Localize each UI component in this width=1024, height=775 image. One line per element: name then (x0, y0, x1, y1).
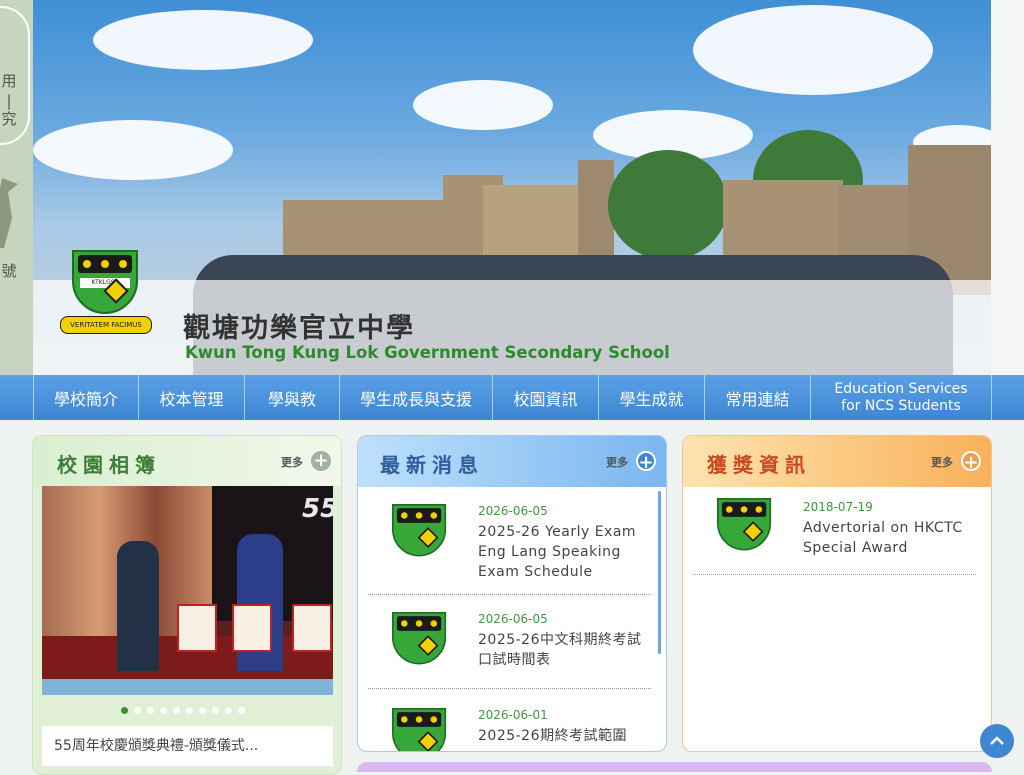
awards-header: 獲獎資訊 更多 + (683, 436, 991, 487)
nav-item-achievements[interactable]: 學生成就 (599, 375, 705, 420)
side-tab-char: 號 (1, 262, 17, 280)
news-date: 2026-06-05 (478, 612, 548, 626)
carousel-dot[interactable] (186, 707, 193, 714)
nav-item-ncs-services[interactable]: Education Services for NCS Students (811, 375, 992, 420)
photo-anniversary-number: 55 (302, 494, 333, 524)
school-name-english: Kwun Tong Kung Lok Government Secondary … (185, 343, 670, 362)
album-header: 校園相簿 更多 + (33, 436, 341, 487)
album-caption[interactable]: 55周年校慶頒獎典禮-頒獎儀式... (42, 726, 333, 766)
news-item-title[interactable]: 2025-26中文科期終考試口試時間表 (478, 630, 648, 670)
news-scrollbar[interactable] (658, 491, 661, 654)
news-date: 2026-06-01 (478, 708, 548, 722)
news-item[interactable]: 2026-06-05 2025-26中文科期終考試口試時間表 (368, 606, 651, 689)
news-item-title[interactable]: 2025-26 Yearly Exam Eng Lang Speaking Ex… (478, 522, 648, 582)
photo-caption-bar (42, 679, 333, 695)
school-name-chinese: 觀塘功樂官立中學 (183, 313, 415, 344)
chevron-up-icon (990, 736, 1004, 745)
hero-banner (33, 0, 991, 375)
carousel-dot[interactable] (238, 707, 245, 714)
school-logo[interactable]: KTKLGSS VERITATEM FACIMUS (58, 250, 152, 334)
nav-item-learning[interactable]: 學與教 (245, 375, 340, 420)
news-item[interactable]: 2026-06-01 2025-26期終考試範圍 (368, 702, 651, 751)
carousel-dot[interactable] (134, 707, 141, 714)
carousel-dot[interactable] (121, 707, 128, 714)
awards-title: 獲獎資訊 (707, 453, 811, 477)
news-panel: 最新消息 更多 + 2026-06-05 2025-26 Yearly Exam… (357, 435, 667, 752)
school-crest-icon (392, 612, 447, 665)
carousel-dot[interactable] (212, 707, 219, 714)
photo-album-panel: 校園相簿 更多 + 55 55周年校慶頒獎典禮-頒獎儀式... (32, 435, 342, 775)
carousel-dots[interactable] (121, 707, 245, 714)
awards-more-link[interactable]: 更多 (931, 454, 953, 470)
award-date: 2018-07-19 (803, 500, 873, 514)
nav-item-management[interactable]: 校本管理 (139, 375, 245, 420)
side-tab-char: 究 (1, 110, 17, 128)
album-more-link[interactable]: 更多 (281, 454, 303, 470)
school-crest-icon (392, 504, 447, 557)
back-to-top-button[interactable] (980, 724, 1014, 758)
album-plus-icon[interactable]: + (311, 451, 331, 471)
next-panel-edge (357, 762, 992, 772)
school-crest-icon (717, 498, 772, 551)
main-nav: 學校簡介 校本管理 學與教 學生成長與支援 校園資訊 學生成就 常用連結 Edu… (0, 375, 1024, 420)
news-date: 2026-06-05 (478, 504, 548, 518)
news-item[interactable]: 2026-06-05 2025-26 Yearly Exam Eng Lang … (368, 498, 651, 595)
news-item-title[interactable]: 2025-26期終考試範圍 (478, 726, 648, 746)
award-item[interactable]: 2018-07-19 Advertorial on HKCTC Special … (693, 498, 976, 575)
carousel-dot[interactable] (147, 707, 154, 714)
side-tab-char: 用 (1, 72, 17, 90)
awards-plus-icon[interactable]: + (961, 451, 981, 473)
logo-motto: VERITATEM FACIMUS (60, 316, 152, 334)
carousel-dot[interactable] (160, 707, 167, 714)
side-tab-char: | (6, 92, 12, 110)
awards-panel: 獲獎資訊 更多 + 2018-07-19 Advertorial on HKCT… (682, 435, 992, 752)
ncs-line2: for NCS Students (841, 397, 961, 414)
right-margin (991, 0, 1024, 375)
person-figure (117, 541, 159, 671)
album-title: 校園相簿 (57, 453, 161, 477)
news-more-link[interactable]: 更多 (606, 454, 628, 470)
side-floating-tab[interactable]: 用 | 究 號 (0, 0, 33, 375)
album-photo[interactable]: 55 (42, 486, 333, 679)
figure-icon (0, 178, 18, 248)
news-title: 最新消息 (380, 453, 484, 477)
nav-item-about[interactable]: 學校簡介 (33, 375, 139, 420)
nav-item-links[interactable]: 常用連結 (705, 375, 811, 420)
carousel-dot[interactable] (199, 707, 206, 714)
nav-item-student-support[interactable]: 學生成長與支援 (340, 375, 493, 420)
nav-item-campus-info[interactable]: 校園資訊 (493, 375, 599, 420)
carousel-dot[interactable] (225, 707, 232, 714)
news-header: 最新消息 更多 + (358, 436, 666, 487)
ncs-line1: Education Services (834, 380, 968, 397)
award-item-title[interactable]: Advertorial on HKCTC Special Award (803, 518, 973, 558)
school-crest-icon (392, 708, 447, 751)
news-plus-icon[interactable]: + (636, 451, 656, 473)
carousel-dot[interactable] (173, 707, 180, 714)
school-crest: KTKLGSS (72, 250, 138, 314)
